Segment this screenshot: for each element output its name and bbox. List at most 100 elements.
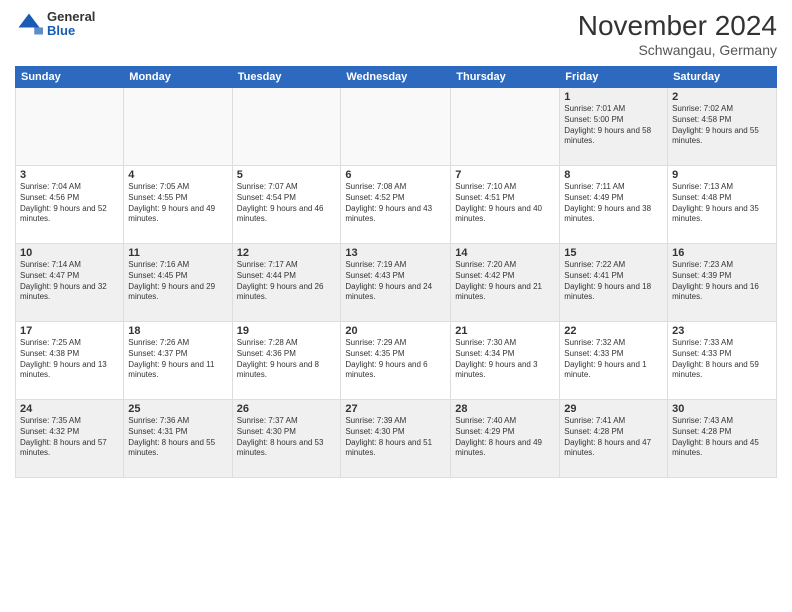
calendar-cell: 8Sunrise: 7:11 AM Sunset: 4:49 PM Daylig…	[560, 166, 668, 244]
day-number: 18	[128, 325, 227, 337]
day-number: 12	[237, 247, 337, 259]
calendar-cell: 21Sunrise: 7:30 AM Sunset: 4:34 PM Dayli…	[451, 322, 560, 400]
day-info: Sunrise: 7:25 AM Sunset: 4:38 PM Dayligh…	[20, 338, 119, 381]
day-info: Sunrise: 7:26 AM Sunset: 4:37 PM Dayligh…	[128, 338, 227, 381]
day-info: Sunrise: 7:39 AM Sunset: 4:30 PM Dayligh…	[345, 416, 446, 459]
day-number: 19	[237, 325, 337, 337]
calendar-cell: 12Sunrise: 7:17 AM Sunset: 4:44 PM Dayli…	[232, 244, 341, 322]
day-info: Sunrise: 7:35 AM Sunset: 4:32 PM Dayligh…	[20, 416, 119, 459]
calendar-cell: 17Sunrise: 7:25 AM Sunset: 4:38 PM Dayli…	[16, 322, 124, 400]
day-info: Sunrise: 7:43 AM Sunset: 4:28 PM Dayligh…	[672, 416, 772, 459]
day-number: 16	[672, 247, 772, 259]
day-number: 14	[455, 247, 555, 259]
day-info: Sunrise: 7:13 AM Sunset: 4:48 PM Dayligh…	[672, 182, 772, 225]
weekday-header-monday: Monday	[124, 67, 232, 88]
day-info: Sunrise: 7:17 AM Sunset: 4:44 PM Dayligh…	[237, 260, 337, 303]
calendar-cell: 18Sunrise: 7:26 AM Sunset: 4:37 PM Dayli…	[124, 322, 232, 400]
calendar-cell: 19Sunrise: 7:28 AM Sunset: 4:36 PM Dayli…	[232, 322, 341, 400]
day-number: 21	[455, 325, 555, 337]
day-info: Sunrise: 7:08 AM Sunset: 4:52 PM Dayligh…	[345, 182, 446, 225]
day-number: 24	[20, 403, 119, 415]
calendar-cell: 10Sunrise: 7:14 AM Sunset: 4:47 PM Dayli…	[16, 244, 124, 322]
day-number: 6	[345, 169, 446, 181]
day-number: 27	[345, 403, 446, 415]
calendar-header: SundayMondayTuesdayWednesdayThursdayFrid…	[16, 67, 777, 88]
day-number: 7	[455, 169, 555, 181]
calendar-cell: 15Sunrise: 7:22 AM Sunset: 4:41 PM Dayli…	[560, 244, 668, 322]
calendar-cell: 13Sunrise: 7:19 AM Sunset: 4:43 PM Dayli…	[341, 244, 451, 322]
calendar-cell: 25Sunrise: 7:36 AM Sunset: 4:31 PM Dayli…	[124, 400, 232, 478]
calendar-week-row: 24Sunrise: 7:35 AM Sunset: 4:32 PM Dayli…	[16, 400, 777, 478]
day-info: Sunrise: 7:14 AM Sunset: 4:47 PM Dayligh…	[20, 260, 119, 303]
logo: General Blue	[15, 10, 95, 39]
calendar-week-row: 1Sunrise: 7:01 AM Sunset: 5:00 PM Daylig…	[16, 88, 777, 166]
day-info: Sunrise: 7:29 AM Sunset: 4:35 PM Dayligh…	[345, 338, 446, 381]
logo-general-label: General	[47, 10, 95, 24]
calendar-cell: 23Sunrise: 7:33 AM Sunset: 4:33 PM Dayli…	[668, 322, 777, 400]
calendar-cell	[341, 88, 451, 166]
day-number: 2	[672, 91, 772, 103]
day-info: Sunrise: 7:07 AM Sunset: 4:54 PM Dayligh…	[237, 182, 337, 225]
day-info: Sunrise: 7:16 AM Sunset: 4:45 PM Dayligh…	[128, 260, 227, 303]
calendar-cell: 26Sunrise: 7:37 AM Sunset: 4:30 PM Dayli…	[232, 400, 341, 478]
title-block: November 2024 Schwangau, Germany	[578, 10, 777, 58]
day-number: 4	[128, 169, 227, 181]
calendar-cell: 11Sunrise: 7:16 AM Sunset: 4:45 PM Dayli…	[124, 244, 232, 322]
day-number: 13	[345, 247, 446, 259]
day-number: 22	[564, 325, 663, 337]
location: Schwangau, Germany	[578, 42, 777, 58]
logo-text: General Blue	[47, 10, 95, 39]
calendar-cell	[451, 88, 560, 166]
calendar-cell: 20Sunrise: 7:29 AM Sunset: 4:35 PM Dayli…	[341, 322, 451, 400]
day-info: Sunrise: 7:41 AM Sunset: 4:28 PM Dayligh…	[564, 416, 663, 459]
calendar-cell: 1Sunrise: 7:01 AM Sunset: 5:00 PM Daylig…	[560, 88, 668, 166]
calendar-body: 1Sunrise: 7:01 AM Sunset: 5:00 PM Daylig…	[16, 88, 777, 478]
weekday-header-row: SundayMondayTuesdayWednesdayThursdayFrid…	[16, 67, 777, 88]
weekday-header-tuesday: Tuesday	[232, 67, 341, 88]
day-number: 11	[128, 247, 227, 259]
day-info: Sunrise: 7:04 AM Sunset: 4:56 PM Dayligh…	[20, 182, 119, 225]
calendar-cell: 3Sunrise: 7:04 AM Sunset: 4:56 PM Daylig…	[16, 166, 124, 244]
calendar-week-row: 3Sunrise: 7:04 AM Sunset: 4:56 PM Daylig…	[16, 166, 777, 244]
day-number: 15	[564, 247, 663, 259]
day-number: 23	[672, 325, 772, 337]
day-info: Sunrise: 7:19 AM Sunset: 4:43 PM Dayligh…	[345, 260, 446, 303]
day-number: 28	[455, 403, 555, 415]
weekday-header-friday: Friday	[560, 67, 668, 88]
day-info: Sunrise: 7:33 AM Sunset: 4:33 PM Dayligh…	[672, 338, 772, 381]
calendar-cell: 22Sunrise: 7:32 AM Sunset: 4:33 PM Dayli…	[560, 322, 668, 400]
calendar-cell: 9Sunrise: 7:13 AM Sunset: 4:48 PM Daylig…	[668, 166, 777, 244]
day-info: Sunrise: 7:11 AM Sunset: 4:49 PM Dayligh…	[564, 182, 663, 225]
day-number: 20	[345, 325, 446, 337]
day-info: Sunrise: 7:10 AM Sunset: 4:51 PM Dayligh…	[455, 182, 555, 225]
calendar-cell: 29Sunrise: 7:41 AM Sunset: 4:28 PM Dayli…	[560, 400, 668, 478]
logo-blue-label: Blue	[47, 24, 95, 38]
calendar-cell: 4Sunrise: 7:05 AM Sunset: 4:55 PM Daylig…	[124, 166, 232, 244]
day-number: 29	[564, 403, 663, 415]
day-info: Sunrise: 7:40 AM Sunset: 4:29 PM Dayligh…	[455, 416, 555, 459]
calendar-cell: 24Sunrise: 7:35 AM Sunset: 4:32 PM Dayli…	[16, 400, 124, 478]
calendar-week-row: 17Sunrise: 7:25 AM Sunset: 4:38 PM Dayli…	[16, 322, 777, 400]
day-number: 25	[128, 403, 227, 415]
weekday-header-saturday: Saturday	[668, 67, 777, 88]
calendar-cell	[16, 88, 124, 166]
day-number: 5	[237, 169, 337, 181]
day-info: Sunrise: 7:37 AM Sunset: 4:30 PM Dayligh…	[237, 416, 337, 459]
calendar-table: SundayMondayTuesdayWednesdayThursdayFrid…	[15, 66, 777, 478]
calendar-cell: 28Sunrise: 7:40 AM Sunset: 4:29 PM Dayli…	[451, 400, 560, 478]
weekday-header-sunday: Sunday	[16, 67, 124, 88]
calendar-week-row: 10Sunrise: 7:14 AM Sunset: 4:47 PM Dayli…	[16, 244, 777, 322]
calendar-cell: 5Sunrise: 7:07 AM Sunset: 4:54 PM Daylig…	[232, 166, 341, 244]
header: General Blue November 2024 Schwangau, Ge…	[15, 10, 777, 58]
day-info: Sunrise: 7:02 AM Sunset: 4:58 PM Dayligh…	[672, 104, 772, 147]
day-info: Sunrise: 7:32 AM Sunset: 4:33 PM Dayligh…	[564, 338, 663, 381]
calendar-cell	[124, 88, 232, 166]
logo-icon	[15, 10, 43, 38]
day-info: Sunrise: 7:05 AM Sunset: 4:55 PM Dayligh…	[128, 182, 227, 225]
calendar-cell: 27Sunrise: 7:39 AM Sunset: 4:30 PM Dayli…	[341, 400, 451, 478]
day-number: 26	[237, 403, 337, 415]
day-info: Sunrise: 7:22 AM Sunset: 4:41 PM Dayligh…	[564, 260, 663, 303]
day-info: Sunrise: 7:28 AM Sunset: 4:36 PM Dayligh…	[237, 338, 337, 381]
day-number: 17	[20, 325, 119, 337]
day-number: 30	[672, 403, 772, 415]
